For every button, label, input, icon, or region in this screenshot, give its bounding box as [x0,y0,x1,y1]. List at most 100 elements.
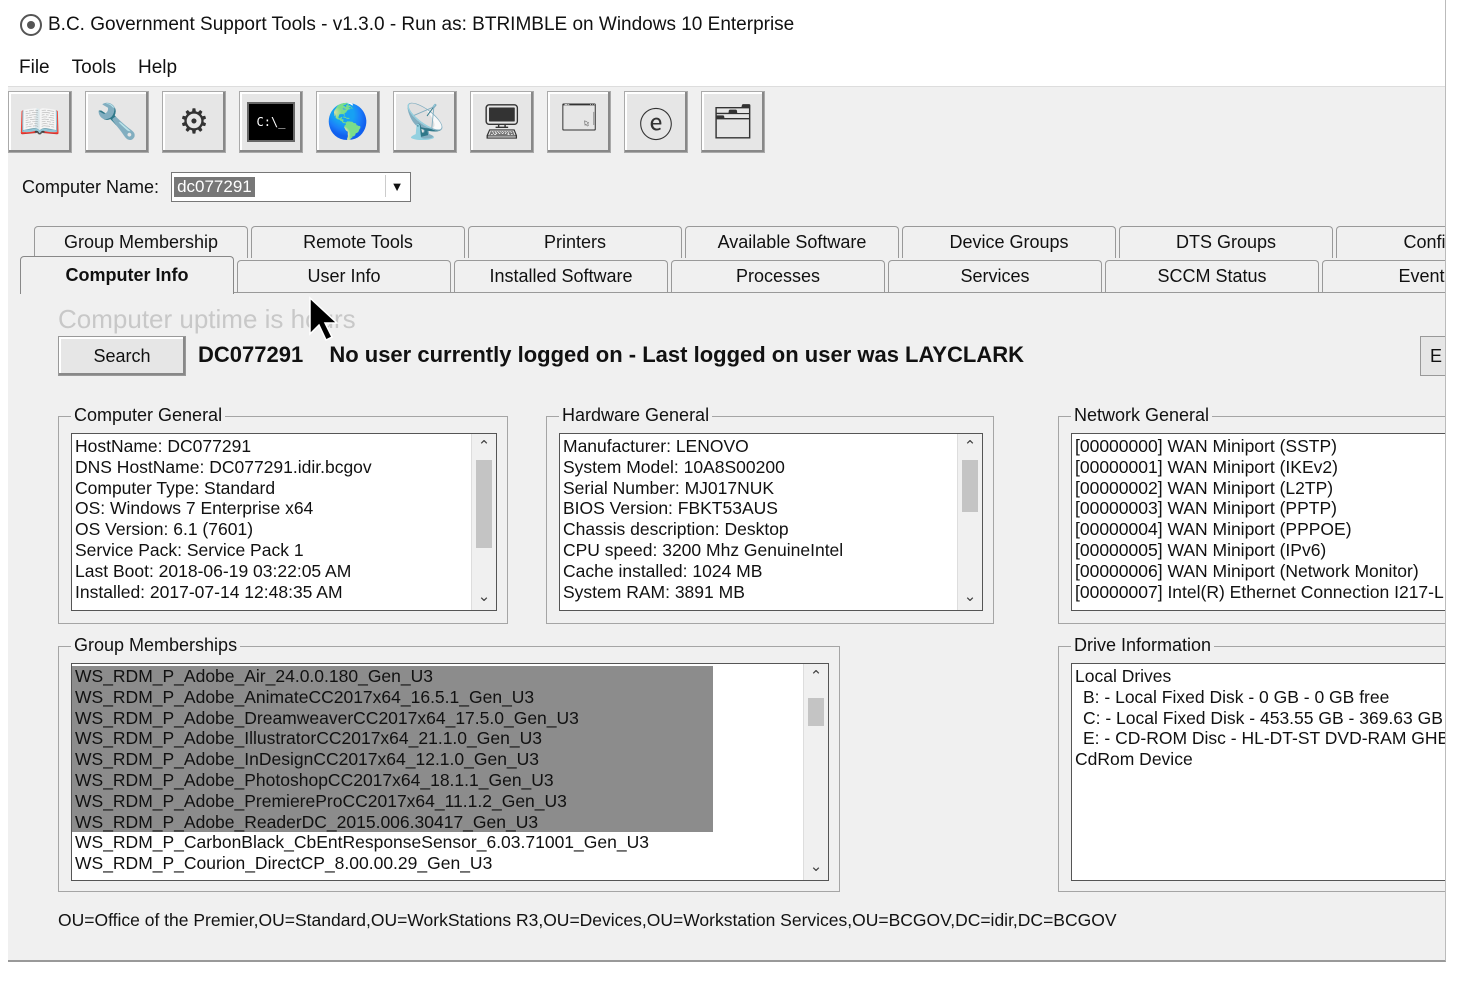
list-item: Chassis description: Desktop [563,519,789,540]
globe-icon: 🌎 [326,102,370,142]
status-host: DC077291 [198,342,304,367]
list-item: [00000003] WAN Miniport (PPTP) [1075,498,1337,519]
tab-printers[interactable]: Printers [468,226,682,258]
search-button[interactable]: Search [58,336,186,376]
computer-name-combo[interactable]: dc077291 ▼ [171,172,412,202]
toolbar-button-monitor[interactable]: 🖥 [470,91,534,153]
drive-information-list[interactable]: Local Drives B: - Local Fixed Disk - 0 G… [1071,663,1445,881]
window-title: B.C. Government Support Tools - v1.3.0 -… [48,14,795,35]
tab-device-groups[interactable]: Device Groups [902,226,1116,258]
computer-general-group: Computer General HostName: DC077291 DNS H… [58,405,508,624]
hardware-general-group: Hardware General Manufacturer: LENOVO Sys… [546,405,994,624]
gears-icon: ⚙ [178,102,210,142]
network-general-list[interactable]: [00000000] WAN Miniport (SSTP) [00000001]… [1071,433,1445,611]
scroll-down-icon[interactable]: ⌄ [804,856,828,878]
hardware-general-list[interactable]: Manufacturer: LENOVO System Model: 10A8S0… [559,433,983,611]
group-membership-item[interactable]: WS_RDM_P_Adobe_ReaderDC_2015.006.30417_G… [72,811,713,833]
tab-row-2: Computer Info User Info Installed Software… [20,256,1445,294]
computer-name-row: Computer Name: dc077291 ▼ [22,172,412,202]
tab-computer-info[interactable]: Computer Info [20,256,234,294]
computer-general-list[interactable]: HostName: DC077291 DNS HostName: DC077291… [71,433,497,611]
tab-confirm-f[interactable]: Confirm F [1336,226,1445,258]
list-item: Service Pack: Service Pack 1 [75,539,304,560]
menu-help[interactable]: Help [127,57,188,79]
group-membership-item[interactable]: WS_RDM_P_Adobe_InDesignCC2017x64_12.1.0_… [72,749,713,770]
tab-available-software[interactable]: Available Software [685,226,899,258]
toolbar-button-window[interactable]: 🗔 [547,91,611,153]
scroll-down-icon[interactable]: ⌄ [958,586,982,608]
scroll-thumb[interactable] [476,460,492,548]
group-membership-item[interactable]: WS_RDM_P_Adobe_PremiereProCC2017x64_11.1… [72,790,713,812]
toolbar-button-satellite-dish[interactable]: 📡 [393,91,457,153]
group-memberships-group: Group Memberships WS_RDM_P_Adobe_Air_24.… [58,635,840,892]
list-item: [00000005] WAN Miniport (IPv6) [1075,539,1327,560]
group-membership-item[interactable]: WS_RDM_P_Adobe_DreamweaverCC2017x64_17.5… [72,707,713,729]
drive-footer: CdRom Device [1075,749,1193,770]
toolbar-button-command-prompt[interactable]: C:\_ [239,91,303,153]
list-item: [00000001] WAN Miniport (IKEv2) [1075,456,1338,477]
computer-name-value[interactable]: dc077291 [174,177,255,197]
toolbar-button-book[interactable]: 📖 [8,91,72,153]
scrollbar[interactable]: ⌃ ⌄ [471,434,496,610]
tab-group-membership[interactable]: Group Membership [34,226,248,258]
list-item: Computer Type: Standard [75,477,276,498]
group-membership-item[interactable]: WS_RDM_P_Adobe_Air_24.0.0.180_Gen_U3 [72,666,713,687]
chevron-down-icon[interactable]: ▼ [385,175,408,197]
group-memberships-list[interactable]: WS_RDM_P_Adobe_Air_24.0.0.180_Gen_U3 WS_R… [71,663,829,881]
menu-bar: File Tools Help [8,50,1445,87]
drive-item: B: - Local Fixed Disk - 0 GB - 0 GB free [1083,686,1390,707]
group-membership-item[interactable]: WS_RDM_P_Adobe_AnimateCC2017x64_16.5.1_G… [72,686,713,708]
list-item: System Model: 10A8S00200 [563,456,785,477]
toolbar-button-folder-search[interactable]: 🗂 [701,91,765,153]
scrollbar[interactable]: ⌃ ⌄ [803,664,828,880]
group-membership-item[interactable]: WS_RDM_P_Adobe_IllustratorCC2017x64_21.1… [72,728,713,750]
mouse-cursor-icon [309,296,339,342]
scroll-up-icon[interactable]: ⌃ [472,436,496,458]
tab-installed-software[interactable]: Installed Software [454,260,668,292]
edge-button[interactable]: E [1420,336,1445,376]
network-general-title: Network General [1071,405,1213,426]
scroll-up-icon[interactable]: ⌃ [804,666,828,688]
toolbar-button-globe[interactable]: 🌎 [316,91,380,153]
tab-processes[interactable]: Processes [671,260,885,292]
tab-dts-groups[interactable]: DTS Groups [1119,226,1333,258]
menu-file[interactable]: File [8,57,61,79]
tab-row-1: Group Membership Remote Tools Printers Avai… [34,226,1445,258]
scrollbar[interactable]: ⌃ ⌄ [957,434,982,610]
scroll-thumb[interactable] [808,698,824,726]
list-item: Last Boot: 2018-06-19 03:22:05 AM [75,560,352,581]
app-icon [20,14,42,36]
tab-services[interactable]: Services [888,260,1102,292]
list-item: [00000002] WAN Miniport (L2TP) [1075,477,1334,498]
toolbar-button-internet-explorer[interactable]: ⓔ [624,91,688,153]
window-icon: 🗔 [560,97,598,138]
folder-search-icon: 🗂 [711,102,755,142]
internet-explorer-icon: ⓔ [639,105,673,146]
group-membership-item[interactable]: WS_RDM_P_Courion_DirectCP_8.00.00.29_Gen… [72,853,828,874]
toolbar-button-gears[interactable]: ⚙ [162,91,226,153]
scroll-thumb[interactable] [962,460,978,512]
list-item: OS Version: 6.1 (7601) [75,519,254,540]
book-icon: 📖 [18,102,62,142]
group-membership-item[interactable]: WS_RDM_P_CarbonBlack_CbEntResponseSensor… [72,832,828,853]
menu-tools[interactable]: Tools [61,57,127,79]
drive-heading: Local Drives [1075,666,1172,686]
tab-user-info[interactable]: User Info [237,260,451,292]
tab-sccm-status[interactable]: SCCM Status [1105,260,1319,292]
list-item: System RAM: 3891 MB [563,581,745,602]
scroll-down-icon[interactable]: ⌄ [472,586,496,608]
list-item: BIOS Version: FBKT53AUS [563,498,778,519]
list-item: [00000004] WAN Miniport (PPPOE) [1075,519,1352,540]
drive-information-title: Drive Information [1071,635,1215,656]
tab-remote-tools[interactable]: Remote Tools [251,226,465,258]
scroll-up-icon[interactable]: ⌃ [958,436,982,458]
computer-general-title: Computer General [71,405,226,426]
group-membership-item[interactable]: WS_RDM_P_Adobe_PhotoshopCC2017x64_18.1.1… [72,769,713,791]
tab-event-l[interactable]: Event L [1322,260,1445,292]
list-item: Manufacturer: LENOVO [563,436,749,456]
toolbar: 📖 🔧 ⚙ C:\_ 🌎 📡 🖥 🗔 ⓔ 🗂 [8,88,778,156]
list-item: HostName: DC077291 [75,436,252,456]
toolbar-button-tools[interactable]: 🔧 [85,91,149,153]
status-message: No user currently logged on - Last logge… [329,342,1025,367]
list-item: Cache installed: 1024 MB [563,560,763,581]
